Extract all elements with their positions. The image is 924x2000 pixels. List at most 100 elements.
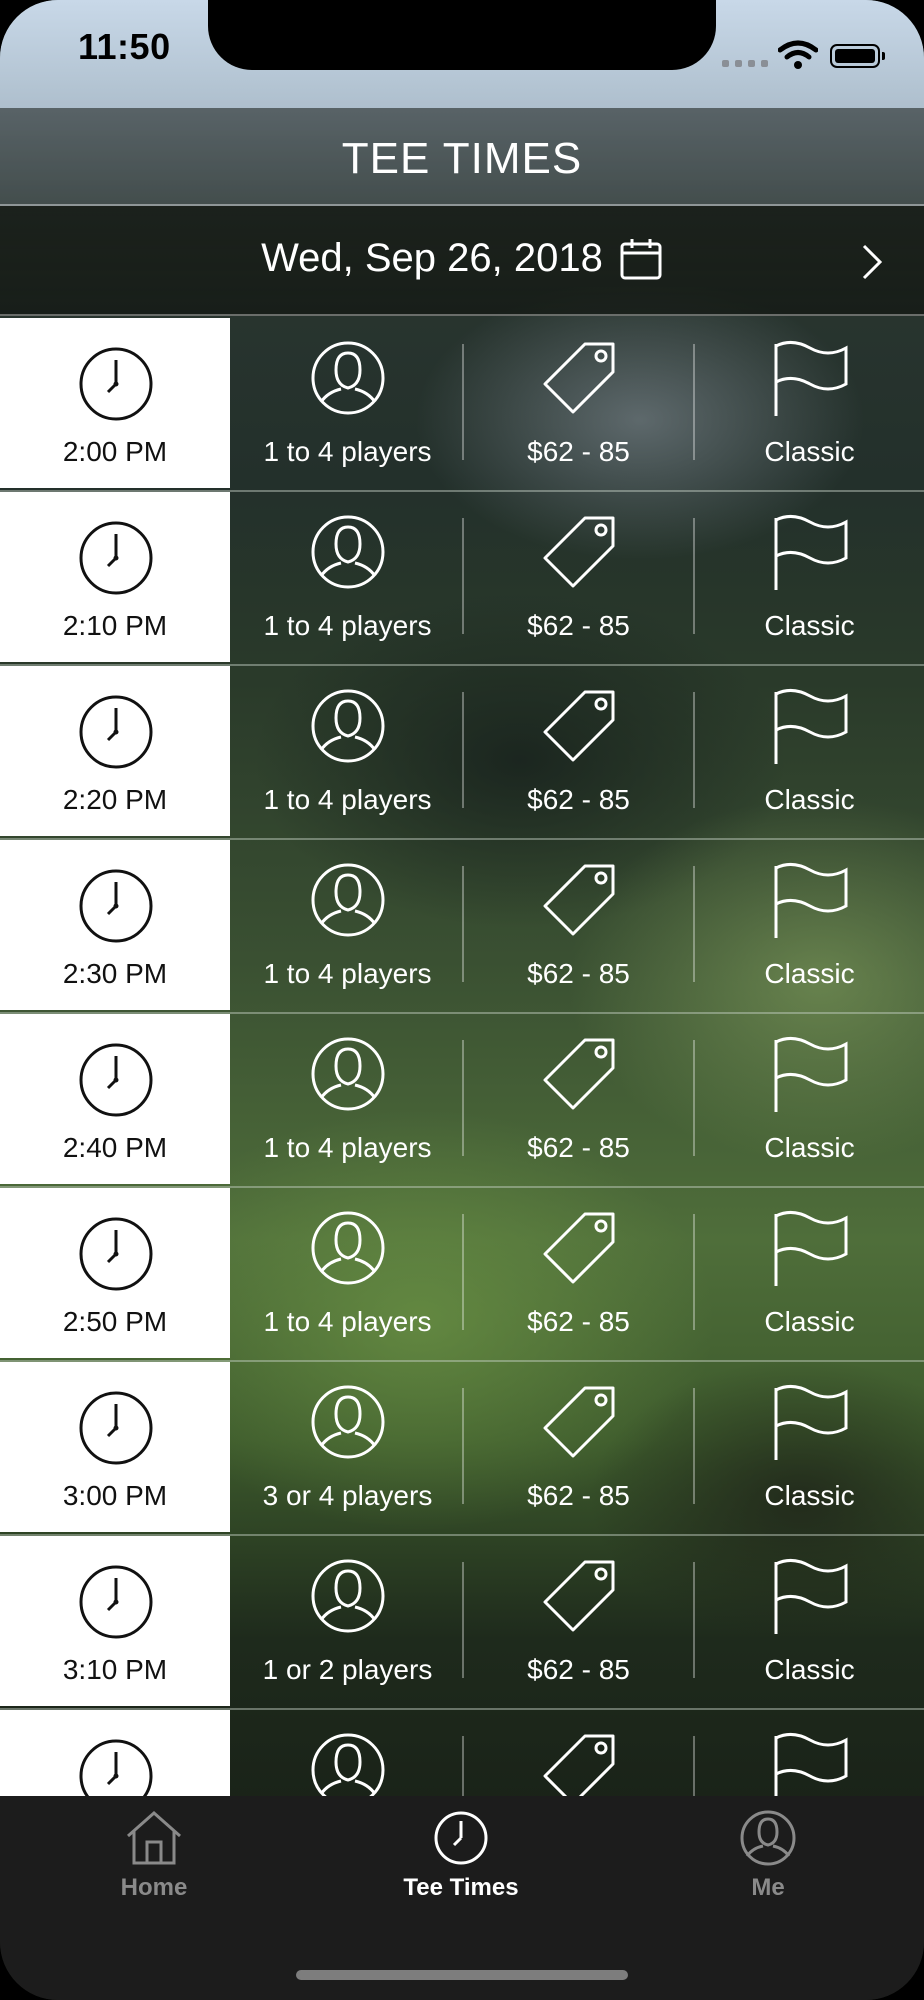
tee-time-row[interactable]: 2:10 PM 1 to 4 players $62 - 85 Classic — [0, 492, 924, 666]
clock-icon — [79, 521, 153, 595]
tee-time-row[interactable]: 2:30 PM 1 to 4 players $62 - 85 Classic — [0, 840, 924, 1014]
tee-time-cell[interactable]: 2:40 PM — [0, 1014, 230, 1184]
clock-icon — [434, 1811, 488, 1865]
clock-icon — [79, 1043, 153, 1117]
calendar-icon[interactable] — [619, 237, 663, 281]
tee-time-row[interactable]: 2:00 PM 1 to 4 players $62 - 85 Classic — [0, 318, 924, 492]
tee-time-row[interactable]: 3:00 PM 3 or 4 players $62 - 85 Classic — [0, 1362, 924, 1536]
price-label: $62 - 85 — [527, 610, 630, 641]
course-cell[interactable]: Classic — [694, 318, 924, 488]
course-label: Classic — [764, 1306, 855, 1337]
app-screen: 11:50 TEE TIMES Wed, Sep 26, 2018 2:00 P… — [0, 0, 924, 2000]
selected-date[interactable]: Wed, Sep 26, 2018 — [261, 236, 603, 281]
tee-time-cell[interactable]: 3:00 PM — [0, 1362, 230, 1532]
price-label: $62 - 85 — [527, 784, 630, 815]
tee-time-label: 2:30 PM — [62, 958, 168, 989]
price-cell[interactable]: $62 - 85 — [463, 1188, 694, 1358]
players-cell[interactable]: 1 to 4 players — [232, 1188, 463, 1358]
course-label: Classic — [764, 1654, 855, 1685]
course-cell[interactable]: Classic — [694, 1362, 924, 1532]
players-cell[interactable]: 3 or 4 players — [232, 1362, 463, 1532]
tee-time-cell[interactable]: 2:10 PM — [0, 492, 230, 662]
wifi-icon — [778, 40, 818, 69]
course-cell[interactable]: Classic — [694, 492, 924, 662]
price-label: $62 - 85 — [527, 1480, 630, 1511]
tee-time-label: 2:10 PM — [62, 610, 168, 641]
tee-time-row[interactable]: 3:10 PM 1 or 2 players $62 - 85 Classic — [0, 1536, 924, 1710]
price-label: $62 - 85 — [527, 1306, 630, 1337]
tee-time-cell[interactable]: 2:20 PM — [0, 666, 230, 836]
person-icon — [311, 1559, 384, 1633]
tee-time-row[interactable]: 2:20 PM 1 to 4 players $62 - 85 Classic — [0, 666, 924, 840]
players-cell[interactable]: 1 to 4 players — [232, 840, 463, 1010]
players-cell[interactable]: 1 to 4 players — [232, 1014, 463, 1184]
course-cell[interactable]: Classic — [694, 840, 924, 1010]
tab-home-label: Home — [120, 1874, 188, 1901]
players-label: 1 to 4 players — [263, 1306, 432, 1337]
course-label: Classic — [764, 1132, 855, 1163]
players-label: 1 to 4 players — [263, 1132, 432, 1163]
next-date-button[interactable] — [852, 242, 892, 282]
price-tag-icon — [543, 1038, 614, 1110]
players-cell[interactable]: 1 to 4 players — [232, 492, 463, 662]
clock-icon — [79, 1217, 153, 1291]
clock-icon — [79, 695, 153, 769]
price-label: $62 - 85 — [527, 1654, 630, 1685]
tee-time-label: 2:00 PM — [62, 436, 168, 467]
person-icon — [311, 341, 384, 415]
tab-home[interactable]: Home — [54, 1810, 254, 1902]
clock-icon — [79, 1391, 153, 1465]
flag-icon — [774, 1385, 847, 1460]
tee-time-cell[interactable]: 3:10 PM — [0, 1536, 230, 1706]
price-tag-icon — [543, 1386, 614, 1458]
players-label: 3 or 4 players — [262, 1480, 433, 1511]
tab-me[interactable]: Me — [668, 1810, 868, 1902]
price-cell[interactable]: $62 - 85 — [463, 492, 694, 662]
price-label: $62 - 85 — [527, 1132, 630, 1163]
clock-icon — [79, 869, 153, 943]
tee-time-row[interactable]: 2:50 PM 1 to 4 players $62 - 85 Classic — [0, 1188, 924, 1362]
person-icon — [311, 1211, 384, 1285]
players-label: 1 to 4 players — [263, 958, 432, 989]
price-cell[interactable]: $62 - 85 — [463, 318, 694, 488]
status-bar: 11:50 — [0, 0, 924, 108]
flag-icon — [774, 341, 847, 416]
tab-tee-times[interactable]: Tee Times — [361, 1810, 561, 1902]
players-label: 1 to 4 players — [263, 784, 432, 815]
players-cell[interactable]: 1 to 4 players — [232, 666, 463, 836]
price-tag-icon — [543, 1212, 614, 1284]
price-label: $62 - 85 — [527, 958, 630, 989]
players-cell[interactable]: 1 to 4 players — [232, 318, 463, 488]
course-label: Classic — [764, 610, 855, 641]
players-cell[interactable]: 1 or 2 players — [232, 1536, 463, 1706]
person-icon — [311, 1385, 384, 1459]
page-header: TEE TIMES — [0, 108, 924, 206]
clock-icon — [79, 1565, 153, 1639]
price-cell[interactable]: $62 - 85 — [463, 1362, 694, 1532]
price-tag-icon — [543, 690, 614, 762]
status-time: 11:50 — [78, 26, 171, 67]
price-tag-icon — [543, 516, 614, 588]
course-cell[interactable]: Classic — [694, 1536, 924, 1706]
price-cell[interactable]: $62 - 85 — [463, 1536, 694, 1706]
price-cell[interactable]: $62 - 85 — [463, 1014, 694, 1184]
tee-time-cell[interactable]: 2:50 PM — [0, 1188, 230, 1358]
person-icon — [311, 515, 384, 589]
course-label: Classic — [764, 436, 855, 467]
course-cell[interactable]: Classic — [694, 1188, 924, 1358]
page-title: TEE TIMES — [341, 134, 583, 183]
price-label: $62 - 85 — [527, 436, 630, 467]
course-cell[interactable]: Classic — [694, 666, 924, 836]
tee-time-cell[interactable]: 2:00 PM — [0, 318, 230, 488]
flag-icon — [774, 863, 847, 938]
course-label: Classic — [764, 784, 855, 815]
date-selector[interactable]: Wed, Sep 26, 2018 — [0, 206, 924, 316]
tee-time-cell[interactable]: 2:30 PM — [0, 840, 230, 1010]
price-cell[interactable]: $62 - 85 — [463, 840, 694, 1010]
price-cell[interactable]: $62 - 85 — [463, 666, 694, 836]
flag-icon — [774, 689, 847, 764]
tab-me-label: Me — [751, 1874, 785, 1901]
course-cell[interactable]: Classic — [694, 1014, 924, 1184]
flag-icon — [774, 1211, 847, 1286]
tee-time-row[interactable]: 2:40 PM 1 to 4 players $62 - 85 Classic — [0, 1014, 924, 1188]
